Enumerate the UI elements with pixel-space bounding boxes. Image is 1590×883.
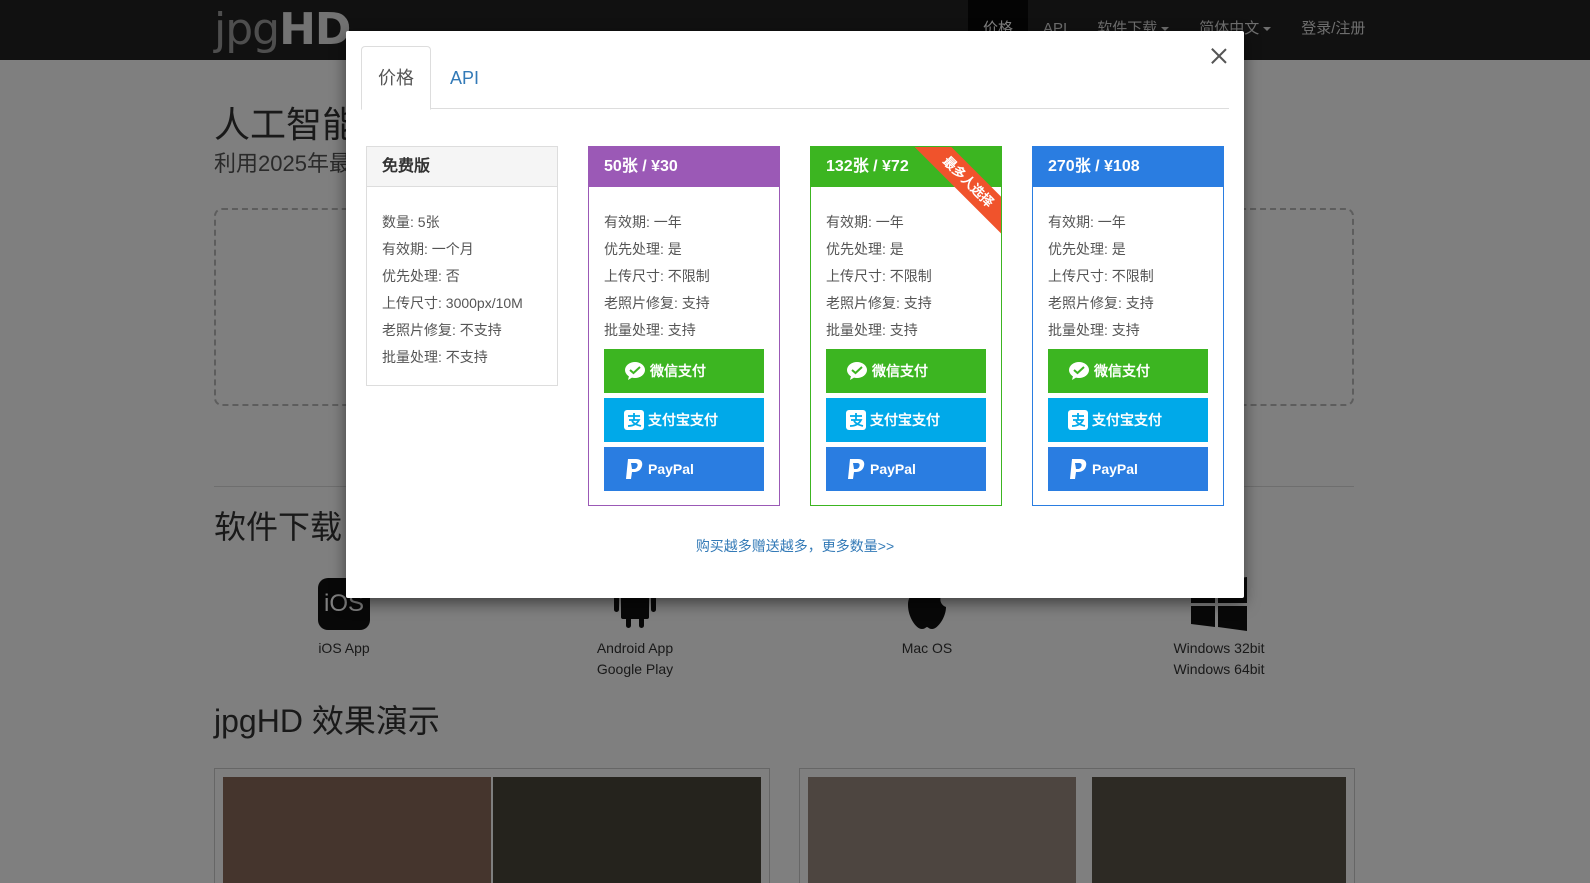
plan-title: 免费版 [367,147,557,187]
plan-feature: 有效期: 一年 [1048,214,1126,230]
alipay-icon [624,410,644,430]
alipay-button[interactable]: 支付宝支付 [1048,398,1208,442]
plan-feature: 批量处理: 支持 [604,322,696,338]
plan-feature: 批量处理: 支持 [826,322,918,338]
pricing-modal: 价格 API 免费版 数量: 5张 有效期: 一个月 优先处理: 否 上传尺寸:… [346,31,1244,598]
modal-tabs: 价格 API [361,46,1229,110]
paypal-icon [624,457,644,481]
button-label: 微信支付 [650,363,706,379]
paypal-button[interactable]: PayPal [604,447,764,491]
paypal-button[interactable]: PayPal [1048,447,1208,491]
plan-feature: 优先处理: 是 [826,241,904,257]
wechat-icon [846,361,868,381]
wechat-pay-button[interactable]: 微信支付 [826,349,986,393]
wechat-icon [624,361,646,381]
button-label: PayPal [1092,461,1138,477]
button-label: 支付宝支付 [648,412,718,428]
paypal-button[interactable]: PayPal [826,447,986,491]
plan-feature: 上传尺寸: 不限制 [826,268,932,284]
plan-features: 有效期: 一年 优先处理: 是 上传尺寸: 不限制 老照片修复: 支持 批量处理… [1033,187,1223,505]
button-label: 支付宝支付 [870,412,940,428]
plan-feature: 优先处理: 否 [382,268,460,284]
plan-132: 132张 / ¥72 最多人选择 有效期: 一年 优先处理: 是 上传尺寸: 不… [810,146,1002,506]
tab-pricing[interactable]: 价格 [361,46,431,110]
wechat-pay-button[interactable]: 微信支付 [604,349,764,393]
button-label: PayPal [870,461,916,477]
alipay-icon [846,410,866,430]
button-label: PayPal [648,461,694,477]
wechat-icon [1068,361,1090,381]
plan-feature: 优先处理: 是 [1048,241,1126,257]
plan-270: 270张 / ¥108 有效期: 一年 优先处理: 是 上传尺寸: 不限制 老照… [1032,146,1224,506]
wechat-pay-button[interactable]: 微信支付 [1048,349,1208,393]
plan-feature: 上传尺寸: 不限制 [604,268,710,284]
plan-features: 有效期: 一年 优先处理: 是 上传尺寸: 不限制 老照片修复: 支持 批量处理… [811,187,1001,505]
plan-feature: 上传尺寸: 3000px/10M [382,295,523,311]
plan-feature: 数量: 5张 [382,214,440,230]
alipay-button[interactable]: 支付宝支付 [826,398,986,442]
button-label: 微信支付 [1094,363,1150,379]
more-quantity-link[interactable]: 购买越多赠送越多，更多数量>> [346,536,1244,556]
plan-feature: 老照片修复: 支持 [1048,295,1154,311]
plan-feature: 批量处理: 不支持 [382,349,488,365]
plan-50: 50张 / ¥30 有效期: 一年 优先处理: 是 上传尺寸: 不限制 老照片修… [588,146,780,506]
plan-feature: 老照片修复: 不支持 [382,322,502,338]
alipay-icon [1068,410,1088,430]
plan-features: 有效期: 一年 优先处理: 是 上传尺寸: 不限制 老照片修复: 支持 批量处理… [589,187,779,505]
plan-feature: 有效期: 一个月 [382,241,474,257]
plan-feature: 有效期: 一年 [826,214,904,230]
tab-api[interactable]: API [433,46,496,109]
plan-feature: 有效期: 一年 [604,214,682,230]
plan-feature: 上传尺寸: 不限制 [1048,268,1154,284]
plan-feature: 老照片修复: 支持 [826,295,932,311]
plan-title: 270张 / ¥108 [1033,147,1223,187]
plan-feature: 老照片修复: 支持 [604,295,710,311]
plan-feature: 优先处理: 是 [604,241,682,257]
button-label: 微信支付 [872,363,928,379]
plan-features: 数量: 5张 有效期: 一个月 优先处理: 否 上传尺寸: 3000px/10M… [367,187,557,385]
alipay-button[interactable]: 支付宝支付 [604,398,764,442]
button-label: 支付宝支付 [1092,412,1162,428]
plan-free: 免费版 数量: 5张 有效期: 一个月 优先处理: 否 上传尺寸: 3000px… [366,146,558,386]
plan-title: 50张 / ¥30 [589,147,779,187]
paypal-icon [1068,457,1088,481]
paypal-icon [846,457,866,481]
plan-feature: 批量处理: 支持 [1048,322,1140,338]
